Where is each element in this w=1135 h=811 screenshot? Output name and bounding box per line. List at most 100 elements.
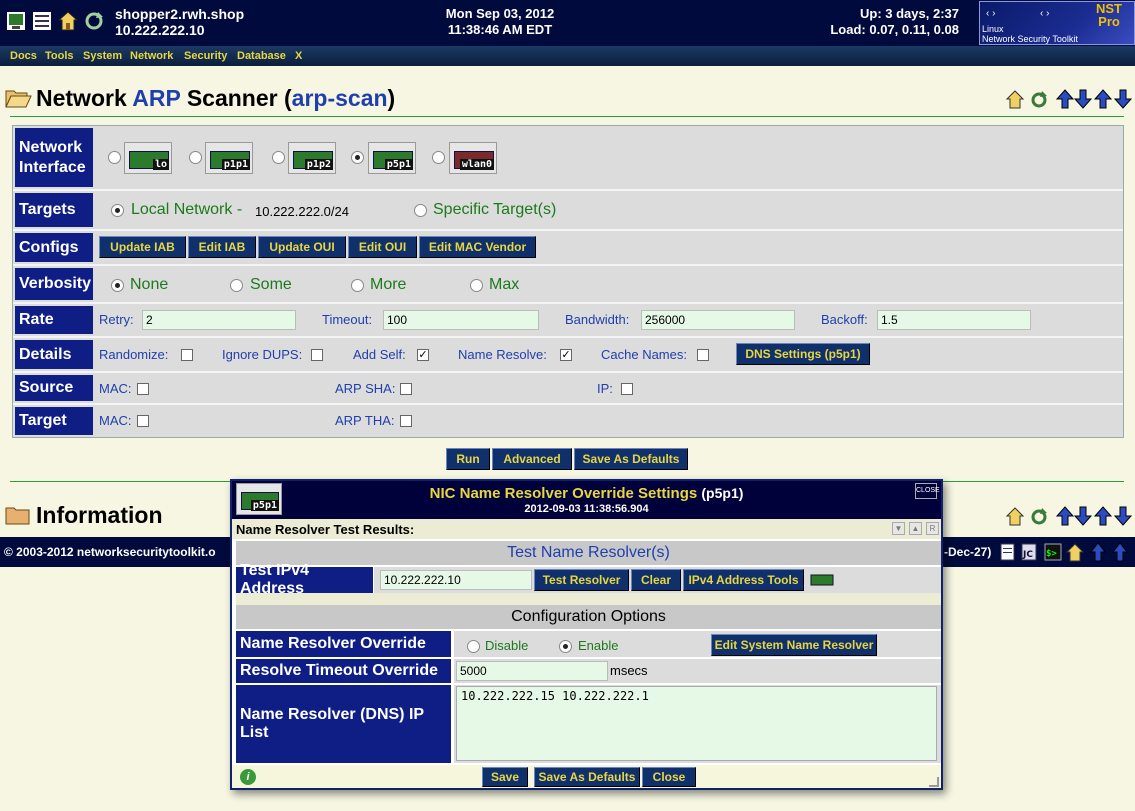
edit-iab-button[interactable]: Edit IAB [188, 236, 256, 258]
radio-verbosity-more[interactable] [351, 279, 364, 292]
arrow-bottom-icon[interactable] [1114, 89, 1132, 109]
radio-specific-targets[interactable] [414, 204, 427, 217]
close-icon[interactable]: CLOSE [915, 483, 940, 499]
test-resolver-button[interactable]: Test Resolver [534, 569, 629, 591]
menu-security[interactable]: Security [184, 50, 227, 62]
home-icon[interactable] [58, 11, 78, 31]
radio-verbosity-none[interactable] [111, 279, 124, 292]
monitor-icon[interactable] [6, 11, 26, 31]
target-mac-checkbox[interactable] [137, 415, 149, 427]
arp-tha-checkbox[interactable] [400, 415, 412, 427]
folder-open-icon[interactable] [5, 88, 32, 108]
ignore-dups-label: Ignore DUPS: [222, 347, 303, 362]
arrow-up-icon[interactable] [1056, 506, 1074, 526]
edit-mac-vendor-button[interactable]: Edit MAC Vendor [419, 236, 536, 258]
label-details: Details [15, 340, 93, 369]
list-icon[interactable] [32, 11, 52, 31]
nic-p5p1[interactable]: p5p1 [368, 142, 416, 174]
nic-wlan0[interactable]: wlan0 [449, 142, 497, 174]
backoff-input[interactable]: 1.5 [877, 310, 1031, 330]
radio-iface-lo[interactable] [108, 151, 121, 164]
radio-iface-p5p1[interactable] [351, 151, 364, 164]
arrow-up-icon[interactable] [1090, 542, 1106, 562]
name-resolve-checkbox[interactable]: ✓ [560, 349, 572, 361]
arrow-down-icon[interactable] [1074, 89, 1092, 109]
edit-oui-button[interactable]: Edit OUI [348, 236, 417, 258]
bandwidth-input[interactable]: 256000 [641, 310, 795, 330]
retry-input[interactable]: 2 [142, 310, 296, 330]
nic-p1p1[interactable]: p1p1 [205, 142, 253, 174]
arrow-top-icon[interactable] [1112, 542, 1128, 562]
dialog-save-defaults-button[interactable]: Save As Defaults [534, 767, 640, 787]
source-ip-checkbox[interactable] [621, 383, 633, 395]
folder-closed-icon[interactable] [5, 505, 32, 525]
dialog-header[interactable]: p5p1 NIC Name Resolver Override Settings… [232, 481, 941, 519]
config-options-header: Configuration Options [236, 605, 941, 629]
jc-icon[interactable]: JC [1021, 543, 1037, 561]
menu-system[interactable]: System [83, 50, 122, 62]
save-defaults-button[interactable]: Save As Defaults [574, 448, 688, 470]
resize-handle-icon[interactable] [929, 777, 939, 787]
dns-settings-button[interactable]: DNS Settings (p5p1) [736, 343, 870, 365]
dialog-save-button[interactable]: Save [482, 767, 528, 787]
menu-bar: Docs Tools System Network Security Datab… [0, 46, 1135, 66]
home-icon[interactable] [1006, 89, 1024, 109]
nic-label: lo [152, 159, 169, 170]
spacer [236, 593, 941, 605]
dialog-title: NIC Name Resolver Override Settings (p5p… [232, 485, 941, 502]
ignore-dups-checkbox[interactable] [311, 349, 323, 361]
radio-iface-wlan0[interactable] [432, 151, 445, 164]
arrow-down-icon[interactable] [1074, 506, 1092, 526]
dns-list-textarea[interactable]: 10.222.222.15 10.222.222.1 [456, 686, 937, 761]
refresh-icon[interactable] [84, 11, 104, 31]
reset-icon[interactable]: R [926, 522, 939, 535]
menu-tools[interactable]: Tools [45, 50, 74, 62]
ipv4-tools-button[interactable]: IPv4 Address Tools [683, 569, 804, 591]
collapse-down-icon[interactable]: ▼ [892, 522, 905, 535]
radio-iface-p1p2[interactable] [272, 151, 285, 164]
update-iab-button[interactable]: Update IAB [99, 236, 186, 258]
timeout-override-input[interactable]: 5000 [456, 661, 608, 681]
radio-disable[interactable] [467, 640, 480, 653]
info-icon[interactable]: i [240, 769, 256, 785]
randomize-checkbox[interactable] [181, 349, 193, 361]
home-icon[interactable] [1006, 506, 1024, 526]
radio-verbosity-some[interactable] [230, 279, 243, 292]
test-ipv4-input[interactable]: 10.222.222.10 [380, 570, 532, 590]
update-oui-button[interactable]: Update OUI [258, 236, 346, 258]
arrow-top-icon[interactable] [1094, 506, 1112, 526]
advanced-button[interactable]: Advanced [492, 448, 572, 470]
refresh-icon[interactable] [1030, 89, 1048, 109]
menu-network[interactable]: Network [130, 50, 173, 62]
collapse-up-icon[interactable]: ▲ [909, 522, 922, 535]
radio-verbosity-max[interactable] [470, 279, 483, 292]
radio-local-network[interactable] [111, 204, 124, 217]
nst-logo[interactable]: ‹ › ‹ › NST Pro Linux Network Security T… [979, 1, 1135, 45]
add-self-checkbox[interactable]: ✓ [417, 349, 429, 361]
edit-system-resolver-button[interactable]: Edit System Name Resolver [711, 634, 877, 656]
nic-p1p2[interactable]: p1p2 [288, 142, 336, 174]
menu-database[interactable]: Database [237, 50, 286, 62]
timeout-input[interactable]: 100 [383, 310, 539, 330]
terminal-icon[interactable]: $> [1044, 543, 1062, 561]
refresh-icon[interactable] [1030, 506, 1048, 526]
dialog-close-button[interactable]: Close [642, 767, 696, 787]
cache-names-checkbox[interactable] [697, 349, 709, 361]
target-mac-label: MAC: [99, 413, 132, 428]
home-icon[interactable] [1066, 542, 1084, 562]
nic-lo[interactable]: lo [124, 142, 172, 174]
top-header: shopper2.rwh.shop 10.222.222.10 Mon Sep … [0, 0, 1135, 46]
menu-x[interactable]: X [295, 50, 302, 62]
arrow-up-icon[interactable] [1056, 89, 1074, 109]
source-mac-checkbox[interactable] [137, 383, 149, 395]
menu-docs[interactable]: Docs [10, 50, 37, 62]
clear-button[interactable]: Clear [631, 569, 681, 591]
arrow-top-icon[interactable] [1094, 89, 1112, 109]
arrow-bottom-icon[interactable] [1114, 506, 1132, 526]
radio-enable[interactable] [559, 640, 572, 653]
logo-arrows-icon: ‹ › [986, 8, 996, 19]
run-button[interactable]: Run [446, 448, 490, 470]
document-icon[interactable] [1000, 543, 1016, 561]
radio-iface-p1p1[interactable] [189, 151, 202, 164]
arp-sha-checkbox[interactable] [400, 383, 412, 395]
